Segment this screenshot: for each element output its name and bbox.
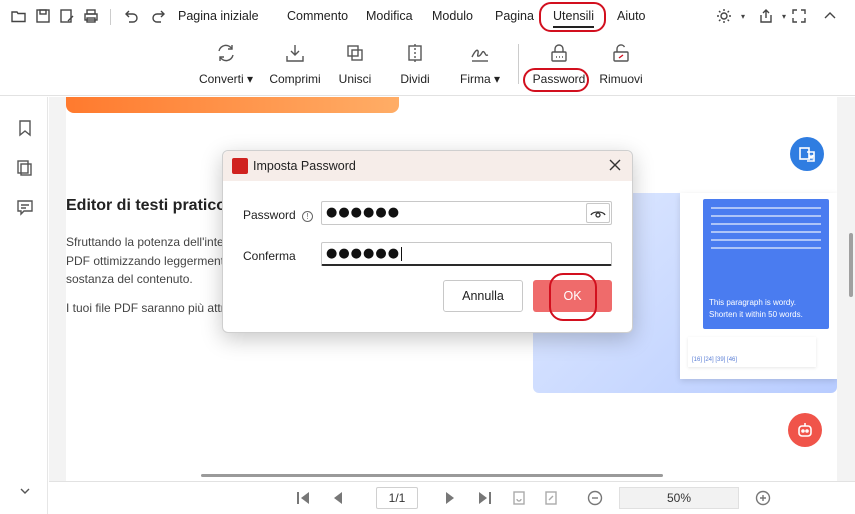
previous-page-icon[interactable] bbox=[330, 490, 346, 506]
zoom-out-icon[interactable] bbox=[587, 490, 603, 506]
unlock-icon bbox=[613, 44, 629, 62]
eye-icon bbox=[590, 211, 606, 218]
highlight-ring bbox=[549, 273, 597, 321]
page-navigation-bar: 1/1 50% bbox=[49, 481, 855, 514]
illustration-blue-panel: This paragraph is wordy. Shorten it with… bbox=[703, 199, 829, 329]
document-line: Sfruttando la potenza dell'inte bbox=[66, 235, 224, 249]
convert-button[interactable]: Converti ▾ bbox=[198, 42, 254, 86]
dialog-title: Imposta Password bbox=[253, 159, 356, 173]
password-field[interactable]: ●●●●●● bbox=[321, 201, 612, 225]
signature-icon bbox=[471, 49, 489, 62]
orange-banner bbox=[66, 97, 399, 113]
vertical-scrollbar[interactable] bbox=[849, 233, 853, 297]
first-page-icon[interactable] bbox=[295, 490, 311, 506]
last-page-icon[interactable] bbox=[477, 490, 493, 506]
show-password-toggle[interactable] bbox=[586, 203, 610, 223]
zoom-in-icon[interactable] bbox=[755, 490, 771, 506]
pages-icon[interactable] bbox=[16, 159, 34, 177]
ai-assistant-bot-icon[interactable] bbox=[788, 413, 822, 447]
menu-modulo[interactable]: Modulo bbox=[432, 9, 473, 23]
rotate-left-icon[interactable] bbox=[511, 490, 527, 506]
menubar: Pagina iniziale Commento Modifica Modulo… bbox=[0, 0, 855, 34]
confirm-label: Conferma bbox=[243, 249, 296, 263]
highlight-ring bbox=[539, 2, 606, 32]
document-line: PDF ottimizzando leggerment bbox=[66, 254, 225, 268]
page-number-input[interactable]: 1/1 bbox=[376, 487, 418, 509]
compress-icon bbox=[286, 45, 304, 62]
comment-icon[interactable] bbox=[16, 198, 34, 216]
merge-icon bbox=[347, 45, 363, 61]
password-label: Password ! bbox=[243, 208, 314, 222]
chevron-up-icon[interactable] bbox=[821, 8, 839, 26]
confirm-password-field[interactable]: ●●●●●● bbox=[321, 242, 612, 266]
highlight-ring bbox=[523, 68, 589, 92]
word-convert-icon[interactable] bbox=[790, 137, 824, 171]
document-line: I tuoi file PDF saranno più attr bbox=[66, 301, 225, 315]
fullscreen-icon[interactable] bbox=[790, 8, 808, 26]
redo-icon[interactable] bbox=[150, 8, 168, 26]
sign-button[interactable]: Firma ▾ bbox=[457, 42, 503, 86]
chevron-down-icon[interactable]: ▾ bbox=[734, 8, 752, 26]
text-caret bbox=[401, 246, 403, 261]
illustration-references: [16] [24] [39] [46] bbox=[688, 337, 816, 367]
illustration-text: This paragraph is wordy. Shorten it with… bbox=[709, 298, 803, 319]
chevron-down-icon[interactable] bbox=[16, 482, 34, 500]
menu-commento[interactable]: Commento bbox=[287, 9, 348, 23]
document-heading: Editor di testi pratico bbox=[66, 197, 227, 214]
split-icon bbox=[408, 44, 422, 62]
save-as-icon[interactable] bbox=[58, 8, 76, 26]
document-line: sostanza del contenuto. bbox=[66, 272, 193, 286]
ribbon-toolbar: Converti ▾ Comprimi Unisci Dividi Firma … bbox=[0, 34, 855, 96]
open-folder-icon[interactable] bbox=[10, 8, 28, 26]
close-icon[interactable] bbox=[608, 158, 622, 172]
next-page-icon[interactable] bbox=[442, 490, 458, 506]
set-password-dialog: Imposta Password Password ! ●●●●●● Confe… bbox=[222, 150, 633, 333]
share-icon[interactable] bbox=[757, 8, 775, 26]
divider bbox=[110, 9, 111, 25]
app-logo-icon bbox=[232, 158, 248, 174]
theme-sun-icon[interactable] bbox=[715, 8, 733, 26]
undo-icon[interactable] bbox=[122, 8, 140, 26]
print-icon[interactable] bbox=[82, 8, 100, 26]
menu-pagina[interactable]: Pagina bbox=[495, 9, 534, 23]
convert-icon bbox=[218, 44, 234, 62]
lock-icon bbox=[551, 44, 567, 62]
divider bbox=[518, 44, 519, 84]
horizontal-scrollbar[interactable] bbox=[201, 474, 663, 477]
left-sidebar bbox=[0, 97, 48, 514]
merge-button[interactable]: Unisci bbox=[332, 42, 378, 86]
bookmark-icon[interactable] bbox=[16, 119, 34, 137]
compress-button[interactable]: Comprimi bbox=[267, 42, 323, 86]
split-button[interactable]: Dividi bbox=[396, 42, 434, 86]
save-icon[interactable] bbox=[34, 8, 52, 26]
menu-aiuto[interactable]: Aiuto bbox=[617, 9, 646, 23]
dialog-titlebar: Imposta Password bbox=[223, 151, 632, 181]
menu-modifica[interactable]: Modifica bbox=[366, 9, 413, 23]
zoom-level-field[interactable]: 50% bbox=[619, 487, 739, 509]
cancel-button[interactable]: Annulla bbox=[443, 280, 523, 312]
menu-pagina-iniziale[interactable]: Pagina iniziale bbox=[178, 9, 259, 23]
remove-security-button[interactable]: Rimuovi bbox=[596, 42, 646, 86]
info-icon: ! bbox=[302, 211, 314, 222]
rotate-right-icon[interactable] bbox=[543, 490, 559, 506]
